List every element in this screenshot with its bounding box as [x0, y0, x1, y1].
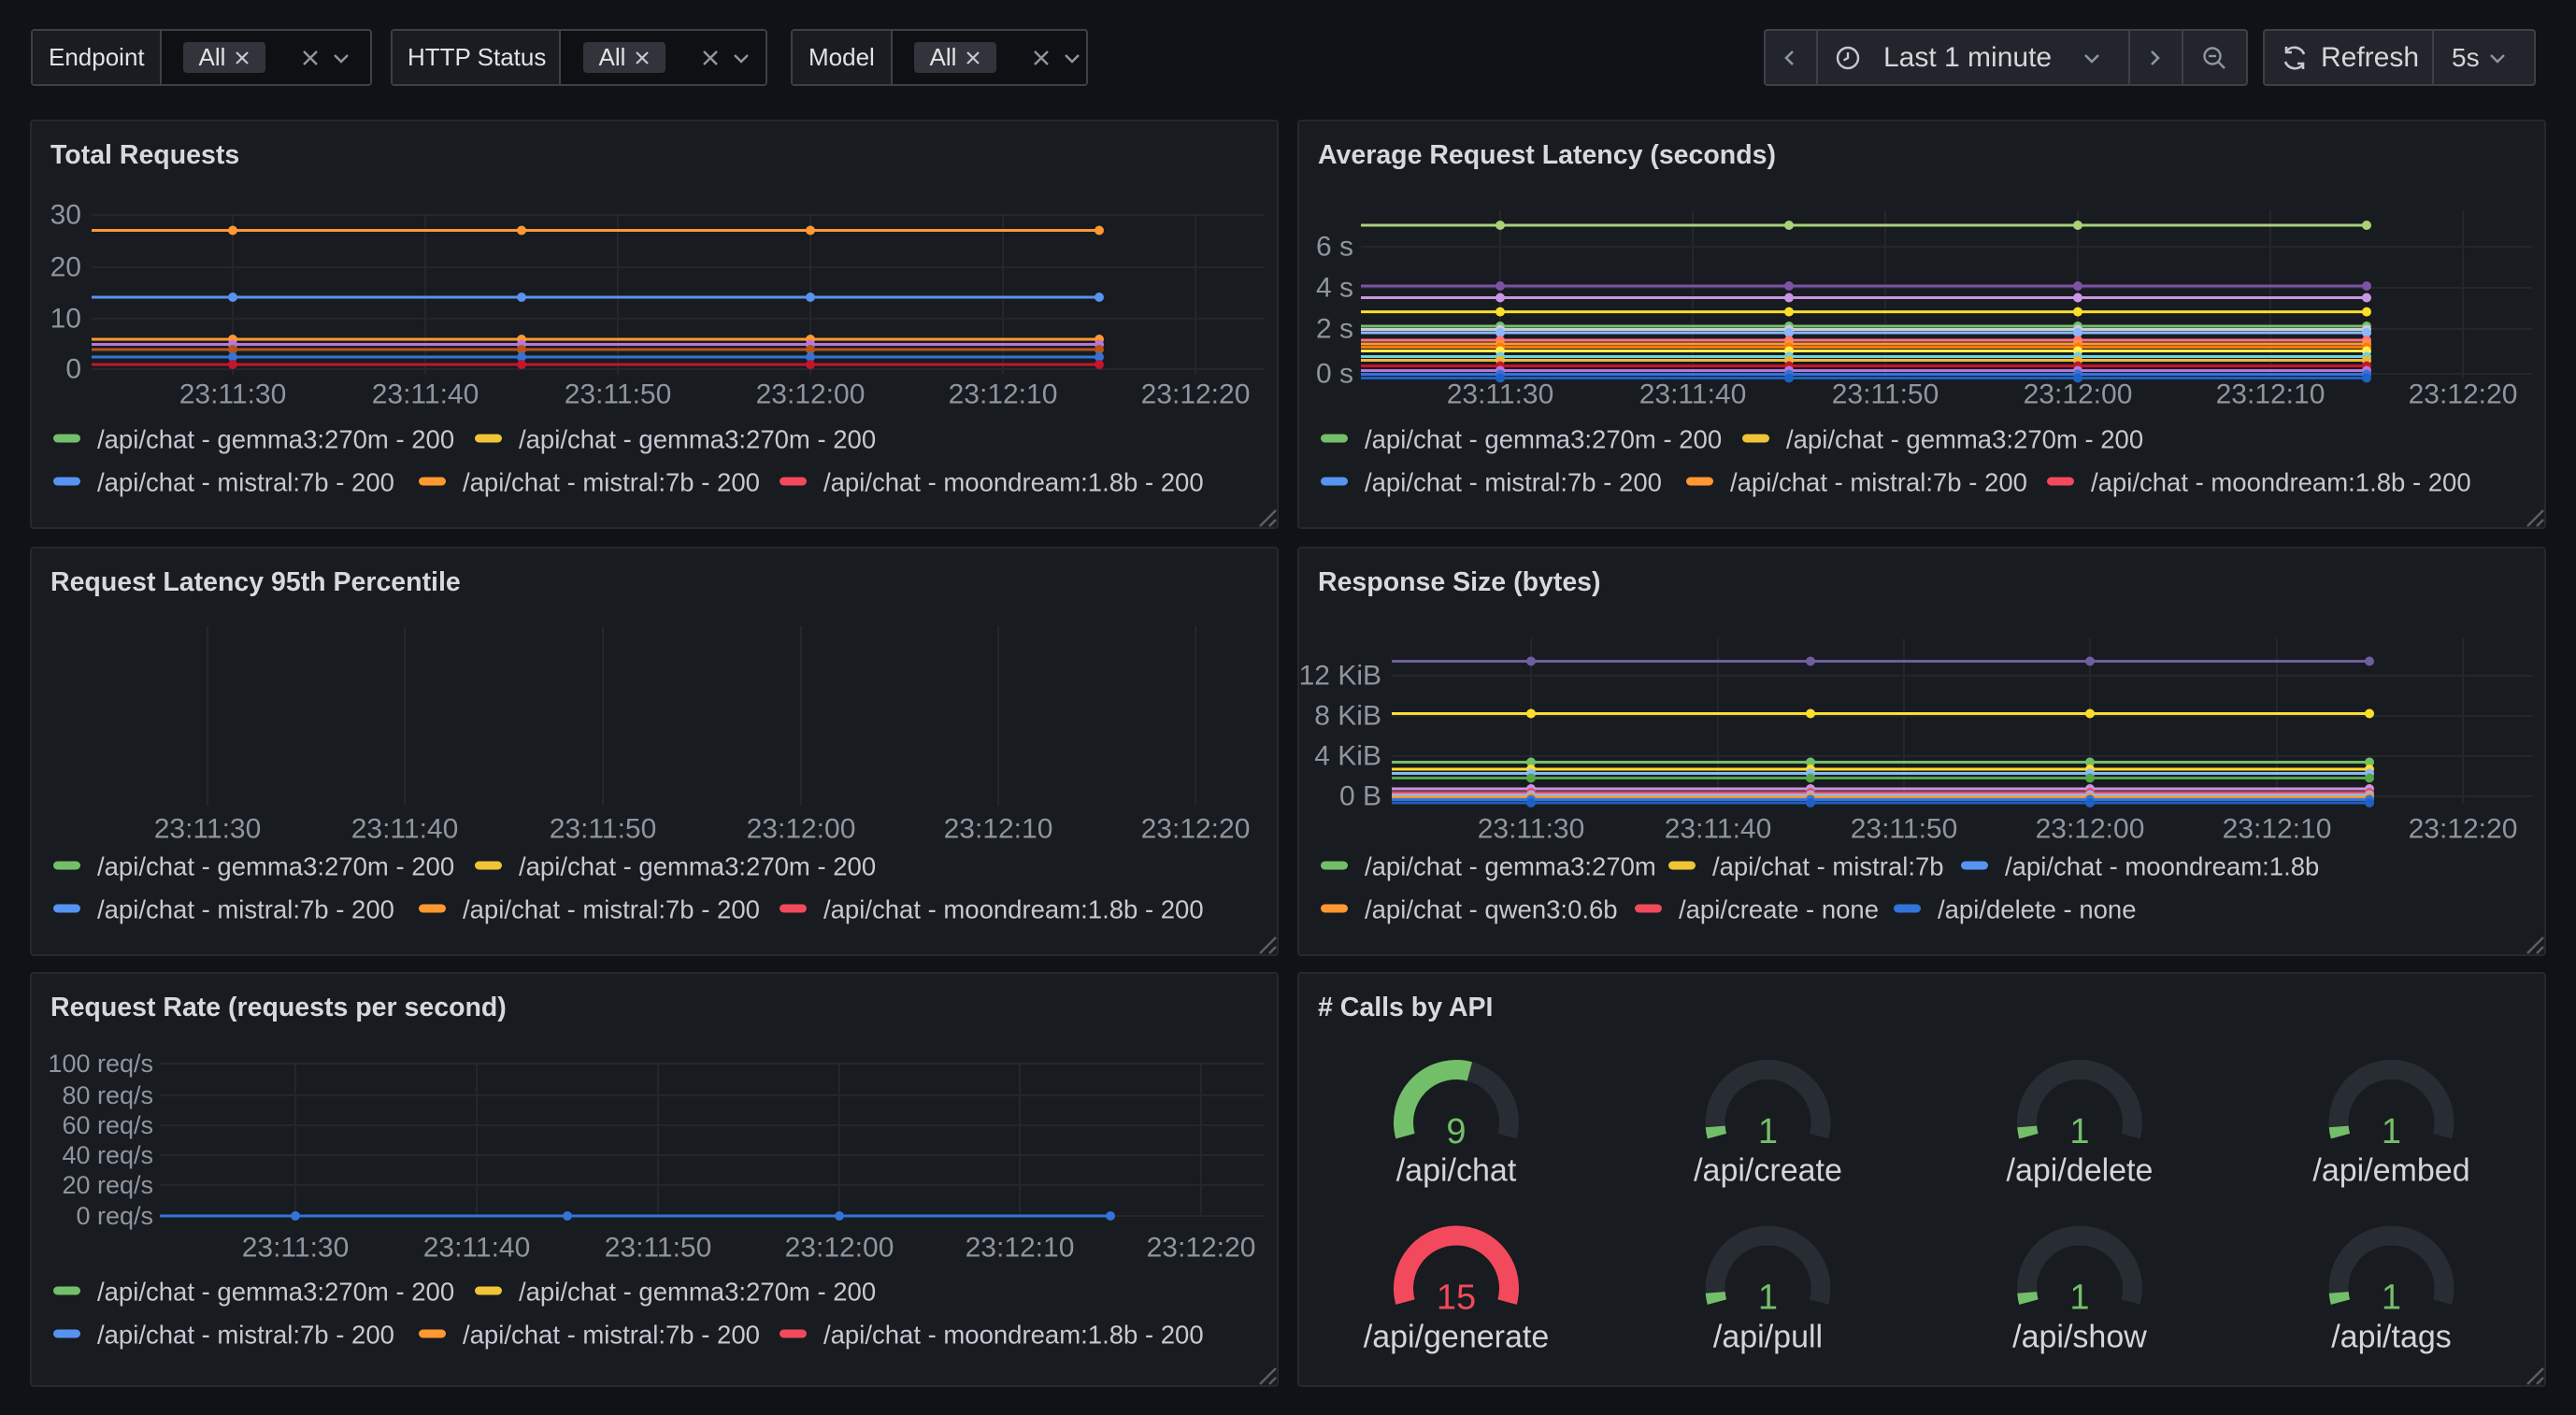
svg-text:23:12:20: 23:12:20 — [1147, 1233, 1256, 1264]
svg-text:80 req/s: 80 req/s — [62, 1081, 153, 1109]
svg-text:/api/chat - mistral:7b - 200: /api/chat - mistral:7b - 200 — [463, 468, 760, 497]
svg-text:/api/chat - gemma3:270m - 200: /api/chat - gemma3:270m - 200 — [519, 1278, 876, 1307]
svg-text:60 req/s: 60 req/s — [62, 1111, 153, 1139]
svg-text:Average Request Latency (secon: Average Request Latency (seconds) — [1318, 140, 1776, 170]
svg-text:/api/generate: /api/generate — [1364, 1320, 1550, 1355]
svg-text:/api/delete: /api/delete — [2007, 1153, 2154, 1189]
svg-text:0: 0 — [65, 354, 81, 385]
svg-text:15: 15 — [1437, 1279, 1476, 1318]
svg-text:# Calls by API: # Calls by API — [1318, 993, 1493, 1022]
svg-text:/api/chat - mistral:7b - 200: /api/chat - mistral:7b - 200 — [97, 468, 394, 497]
svg-text:23:12:10: 23:12:10 — [966, 1233, 1075, 1264]
svg-text:/api/chat - gemma3:270m - 200: /api/chat - gemma3:270m - 200 — [519, 425, 876, 454]
svg-text:23:12:10: 23:12:10 — [944, 814, 1053, 845]
svg-text:23:11:50: 23:11:50 — [550, 814, 657, 845]
svg-text:0 B: 0 B — [1339, 781, 1381, 812]
svg-text:23:11:30: 23:11:30 — [242, 1233, 350, 1264]
svg-text:/api/pull: /api/pull — [1713, 1320, 1823, 1355]
svg-text:/api/chat - moondream:1.8b: /api/chat - moondream:1.8b — [2005, 852, 2319, 881]
svg-text:/api/chat - mistral:7b - 200: /api/chat - mistral:7b - 200 — [1730, 468, 2027, 497]
svg-text:6 s: 6 s — [1316, 232, 1353, 263]
svg-text:23:12:10: 23:12:10 — [2223, 814, 2332, 845]
svg-text:Request Rate (requests per sec: Request Rate (requests per second) — [50, 993, 507, 1022]
svg-text:20: 20 — [50, 252, 81, 283]
svg-text:1: 1 — [2382, 1279, 2401, 1318]
svg-text:23:11:40: 23:11:40 — [1665, 814, 1772, 845]
svg-text:/api/chat - moondream:1.8b - 2: /api/chat - moondream:1.8b - 200 — [823, 1321, 1204, 1350]
svg-text:/api/show: /api/show — [2012, 1320, 2147, 1355]
svg-text:/api/create: /api/create — [1694, 1153, 1842, 1189]
svg-text:/api/chat - gemma3:270m - 200: /api/chat - gemma3:270m - 200 — [97, 425, 454, 454]
svg-text:/api/chat - mistral:7b - 200: /api/chat - mistral:7b - 200 — [463, 1321, 760, 1350]
svg-text:23:11:40: 23:11:40 — [423, 1233, 531, 1264]
svg-text:4 KiB: 4 KiB — [1314, 741, 1381, 772]
svg-text:10: 10 — [50, 304, 81, 335]
svg-text:/api/chat - moondream:1.8b - 2: /api/chat - moondream:1.8b - 200 — [2091, 468, 2471, 497]
svg-text:23:11:50: 23:11:50 — [1832, 379, 1939, 410]
svg-text:1: 1 — [2069, 1279, 2089, 1318]
svg-text:/api/embed: /api/embed — [2312, 1153, 2469, 1189]
svg-text:8 KiB: 8 KiB — [1314, 701, 1381, 732]
svg-text:23:11:30: 23:11:30 — [1478, 814, 1585, 845]
svg-text:/api/tags: /api/tags — [2331, 1320, 2452, 1355]
svg-text:23:12:20: 23:12:20 — [2409, 814, 2518, 845]
svg-text:23:12:00: 23:12:00 — [785, 1233, 894, 1264]
svg-text:40 req/s: 40 req/s — [62, 1141, 153, 1169]
svg-text:/api/chat - mistral:7b - 200: /api/chat - mistral:7b - 200 — [463, 895, 760, 924]
svg-text:9: 9 — [1446, 1112, 1466, 1151]
svg-text:23:12:00: 23:12:00 — [2024, 379, 2133, 410]
svg-text:23:12:20: 23:12:20 — [2409, 379, 2518, 410]
svg-text:/api/delete - none: /api/delete - none — [1938, 895, 2137, 924]
svg-text:12 KiB: 12 KiB — [1299, 661, 1381, 692]
svg-text:23:12:10: 23:12:10 — [2216, 379, 2326, 410]
svg-text:Request Latency 95th Percentil: Request Latency 95th Percentile — [50, 567, 461, 597]
svg-text:Total Requests: Total Requests — [50, 140, 239, 170]
svg-text:23:12:00: 23:12:00 — [747, 814, 856, 845]
svg-text:/api/chat - gemma3:270m - 200: /api/chat - gemma3:270m - 200 — [97, 1278, 454, 1307]
svg-text:23:11:30: 23:11:30 — [154, 814, 262, 845]
svg-text:/api/chat - moondream:1.8b - 2: /api/chat - moondream:1.8b - 200 — [823, 895, 1204, 924]
svg-text:23:12:00: 23:12:00 — [2036, 814, 2145, 845]
svg-text:/api/chat - mistral:7b - 200: /api/chat - mistral:7b - 200 — [97, 895, 394, 924]
svg-text:Response Size (bytes): Response Size (bytes) — [1318, 567, 1601, 597]
svg-text:23:11:40: 23:11:40 — [351, 814, 459, 845]
svg-text:23:12:10: 23:12:10 — [949, 379, 1058, 410]
svg-text:0 req/s: 0 req/s — [76, 1202, 153, 1230]
svg-text:23:11:40: 23:11:40 — [372, 379, 479, 410]
svg-text:/api/chat - mistral:7b - 200: /api/chat - mistral:7b - 200 — [1365, 468, 1662, 497]
svg-text:100 req/s: 100 req/s — [48, 1050, 153, 1078]
svg-text:20 req/s: 20 req/s — [62, 1171, 153, 1199]
svg-text:1: 1 — [2382, 1112, 2401, 1151]
svg-text:2 s: 2 s — [1316, 314, 1353, 345]
svg-text:/api/chat - mistral:7b: /api/chat - mistral:7b — [1712, 852, 1944, 881]
svg-text:/api/chat - gemma3:270m - 200: /api/chat - gemma3:270m - 200 — [1365, 425, 1722, 454]
svg-text:23:12:20: 23:12:20 — [1141, 379, 1251, 410]
svg-text:23:12:00: 23:12:00 — [756, 379, 866, 410]
svg-text:4 s: 4 s — [1316, 273, 1353, 304]
svg-text:/api/chat - mistral:7b - 200: /api/chat - mistral:7b - 200 — [97, 1321, 394, 1350]
svg-text:/api/create - none: /api/create - none — [1679, 895, 1879, 924]
svg-text:23:11:40: 23:11:40 — [1639, 379, 1747, 410]
svg-text:30: 30 — [50, 200, 81, 231]
svg-text:23:11:50: 23:11:50 — [1851, 814, 1958, 845]
svg-text:/api/chat - moondream:1.8b - 2: /api/chat - moondream:1.8b - 200 — [823, 468, 1204, 497]
svg-text:23:11:30: 23:11:30 — [1447, 379, 1554, 410]
svg-text:/api/chat - gemma3:270m - 200: /api/chat - gemma3:270m - 200 — [1786, 425, 2143, 454]
svg-text:0 s: 0 s — [1316, 359, 1353, 390]
svg-text:1: 1 — [2069, 1112, 2089, 1151]
svg-text:/api/chat: /api/chat — [1396, 1153, 1517, 1189]
svg-text:/api/chat - gemma3:270m: /api/chat - gemma3:270m — [1365, 852, 1656, 881]
svg-text:/api/chat - gemma3:270m - 200: /api/chat - gemma3:270m - 200 — [97, 852, 454, 881]
svg-text:/api/chat - qwen3:0.6b: /api/chat - qwen3:0.6b — [1365, 895, 1618, 924]
svg-text:23:11:50: 23:11:50 — [565, 379, 672, 410]
svg-text:/api/chat - gemma3:270m - 200: /api/chat - gemma3:270m - 200 — [519, 852, 876, 881]
svg-text:1: 1 — [1758, 1279, 1778, 1318]
svg-text:23:11:50: 23:11:50 — [605, 1233, 712, 1264]
svg-text:1: 1 — [1758, 1112, 1778, 1151]
svg-text:23:12:20: 23:12:20 — [1141, 814, 1251, 845]
svg-text:23:11:30: 23:11:30 — [179, 379, 287, 410]
